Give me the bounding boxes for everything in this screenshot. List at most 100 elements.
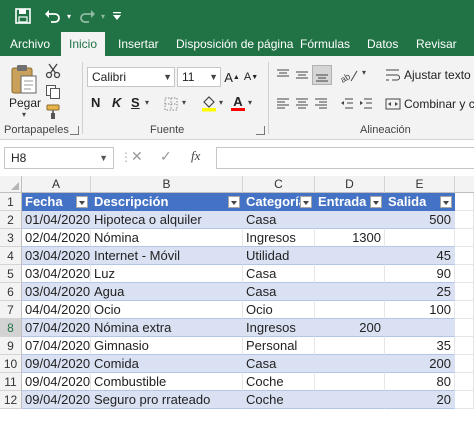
empty-cell[interactable] xyxy=(455,229,474,247)
merge-center-label[interactable]: Combinar y centrar xyxy=(404,97,474,111)
copy-icon[interactable] xyxy=(44,83,62,101)
table-cell[interactable]: Coche xyxy=(243,391,315,409)
row-header[interactable]: 12 xyxy=(0,391,22,409)
empty-cell[interactable] xyxy=(455,211,474,229)
align-bottom-icon[interactable] xyxy=(312,65,332,85)
empty-cell[interactable] xyxy=(455,265,474,283)
empty-cell[interactable] xyxy=(455,247,474,265)
table-cell[interactable]: 200 xyxy=(385,355,455,373)
undo-icon[interactable] xyxy=(42,6,64,26)
orientation-dropdown-icon[interactable]: ▾ xyxy=(362,68,366,77)
table-cell[interactable] xyxy=(315,355,385,373)
align-top-icon[interactable] xyxy=(274,66,292,84)
tab-revisar[interactable]: Revisar xyxy=(416,32,457,56)
table-cell[interactable]: 35 xyxy=(385,337,455,355)
row-header[interactable]: 10 xyxy=(0,355,22,373)
table-cell[interactable]: 25 xyxy=(385,283,455,301)
table-cell[interactable]: 100 xyxy=(385,301,455,319)
table-cell[interactable]: 80 xyxy=(385,373,455,391)
table-cell[interactable]: 03/04/2020 xyxy=(22,247,91,265)
cut-icon[interactable] xyxy=(44,62,62,80)
table-cell[interactable]: 09/04/2020 xyxy=(22,355,91,373)
table-cell[interactable]: Nómina xyxy=(91,229,243,247)
table-cell[interactable]: 03/04/2020 xyxy=(22,265,91,283)
table-cell[interactable] xyxy=(315,265,385,283)
filter-dropdown-icon[interactable] xyxy=(300,196,312,208)
table-cell[interactable] xyxy=(315,373,385,391)
table-cell[interactable]: Casa xyxy=(243,211,315,229)
customize-toolbar-icon[interactable] xyxy=(110,6,124,26)
column-header-a[interactable]: A xyxy=(22,176,91,193)
formula-input[interactable] xyxy=(216,147,474,169)
tab-insertar[interactable]: Insertar xyxy=(118,32,159,56)
font-size-combo[interactable]: 11 ▼ xyxy=(177,67,221,87)
table-cell[interactable] xyxy=(315,337,385,355)
insert-function-icon[interactable]: fx xyxy=(191,148,200,164)
tab-formulas[interactable]: Fórmulas xyxy=(300,32,350,56)
row-header[interactable]: 2 xyxy=(0,211,22,229)
table-cell[interactable]: Casa xyxy=(243,283,315,301)
table-cell[interactable]: 07/04/2020 xyxy=(22,337,91,355)
table-cell[interactable]: Agua xyxy=(91,283,243,301)
increase-indent-icon[interactable] xyxy=(357,95,375,113)
redo-icon[interactable] xyxy=(76,6,98,26)
table-cell[interactable]: Internet - Móvil xyxy=(91,247,243,265)
table-header-cell[interactable]: Entrada xyxy=(315,193,385,211)
table-cell[interactable]: 04/04/2020 xyxy=(22,301,91,319)
table-cell[interactable]: 45 xyxy=(385,247,455,265)
filter-dropdown-icon[interactable] xyxy=(440,196,452,208)
filter-dropdown-icon[interactable] xyxy=(76,196,88,208)
column-header-d[interactable]: D xyxy=(315,176,385,193)
row-header-selected[interactable]: 8 xyxy=(0,319,22,337)
fill-color-dropdown-icon[interactable]: ▾ xyxy=(219,98,223,107)
increase-font-size-icon[interactable]: A ▲ xyxy=(224,68,240,86)
wrap-text-label[interactable]: Ajustar texto xyxy=(404,68,471,82)
table-cell[interactable]: Casa xyxy=(243,355,315,373)
table-cell[interactable]: Luz xyxy=(91,265,243,283)
empty-cell[interactable] xyxy=(455,283,474,301)
table-cell[interactable]: Ingresos xyxy=(243,319,315,337)
row-header[interactable]: 11 xyxy=(0,373,22,391)
table-cell[interactable]: Ocio xyxy=(91,301,243,319)
table-cell[interactable]: Ingresos xyxy=(243,229,315,247)
empty-cell[interactable] xyxy=(455,391,474,409)
font-size-dropdown-icon[interactable]: ▼ xyxy=(209,68,218,86)
table-header-cell[interactable]: Descripción xyxy=(91,193,243,211)
bold-button[interactable]: N xyxy=(91,95,100,110)
table-cell[interactable]: Coche xyxy=(243,373,315,391)
table-cell[interactable]: 90 xyxy=(385,265,455,283)
borders-icon[interactable] xyxy=(162,95,180,113)
table-cell[interactable] xyxy=(315,301,385,319)
tab-datos[interactable]: Datos xyxy=(367,32,398,56)
font-color-dropdown-icon[interactable]: ▾ xyxy=(248,98,252,107)
table-cell[interactable]: 02/04/2020 xyxy=(22,229,91,247)
italic-button[interactable]: K xyxy=(112,95,121,110)
row-header[interactable]: 1 xyxy=(0,193,22,211)
filter-dropdown-icon[interactable] xyxy=(370,196,382,208)
table-cell[interactable]: 09/04/2020 xyxy=(22,373,91,391)
filter-dropdown-icon[interactable] xyxy=(228,196,240,208)
table-cell[interactable]: Comida xyxy=(91,355,243,373)
align-left-icon[interactable] xyxy=(274,95,292,113)
table-header-cell[interactable]: Categoría xyxy=(243,193,315,211)
name-box-dropdown-icon[interactable]: ▼ xyxy=(99,148,108,168)
tab-archivo[interactable]: Archivo xyxy=(10,32,50,56)
table-cell[interactable]: 07/04/2020 xyxy=(22,319,91,337)
align-center-icon[interactable] xyxy=(293,95,311,113)
tab-disposicion-de-pagina[interactable]: Disposición de página xyxy=(176,32,293,56)
row-header[interactable]: 4 xyxy=(0,247,22,265)
table-cell[interactable] xyxy=(385,229,455,247)
wrap-text-icon[interactable] xyxy=(384,66,402,84)
cancel-entry-icon[interactable]: ✕ xyxy=(131,148,143,165)
table-cell[interactable]: 09/04/2020 xyxy=(22,391,91,409)
select-all-button[interactable] xyxy=(0,176,22,193)
underline-button[interactable]: S xyxy=(131,95,140,110)
table-cell[interactable]: 01/04/2020 xyxy=(22,211,91,229)
column-header-e[interactable]: E xyxy=(385,176,455,193)
row-header[interactable]: 9 xyxy=(0,337,22,355)
empty-cell[interactable] xyxy=(455,319,474,337)
table-header-cell[interactable]: Salida xyxy=(385,193,455,211)
table-cell[interactable] xyxy=(315,247,385,265)
column-header-f[interactable] xyxy=(455,176,474,193)
font-name-combo[interactable]: Calibri ▼ xyxy=(87,67,175,87)
